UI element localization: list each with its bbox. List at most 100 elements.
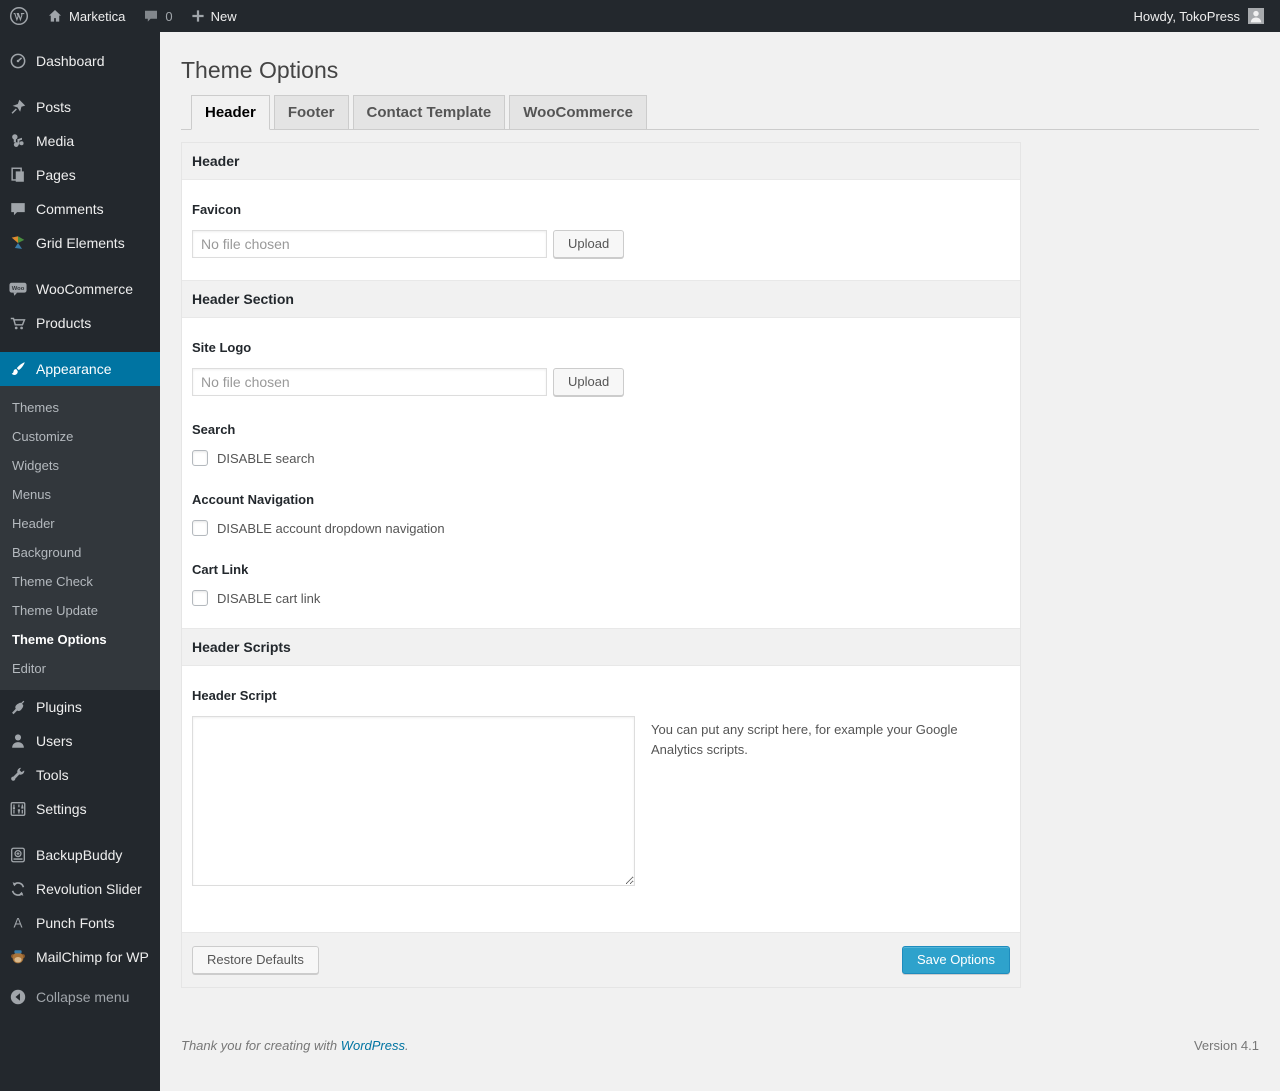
sidebar-item-backupbuddy[interactable]: BackupBuddy [0,838,160,872]
submenu-item-customize[interactable]: Customize [0,422,160,451]
panel-footer: Restore Defaults Save Options [182,932,1020,987]
sidebar-item-comments[interactable]: Comments [0,192,160,226]
sidebar-item-media[interactable]: Media [0,124,160,158]
sidebar-item-revolution-slider[interactable]: Revolution Slider [0,872,160,906]
theme-options-panel: Header Favicon Upload Header Section Sit… [181,142,1021,988]
disable-search-label: DISABLE search [217,450,315,466]
section-header-section: Header Section [182,280,1020,318]
menu-separator [0,260,160,272]
letter-a-icon: A [8,914,28,932]
wordpress-logo-menu[interactable] [0,0,38,32]
disable-cart-link-checkbox[interactable] [192,590,208,606]
sidebar-item-label: Media [36,133,75,149]
sidebar-item-label: Settings [36,801,87,817]
svg-text:Woo: Woo [12,286,25,292]
tab-footer[interactable]: Footer [273,95,349,130]
section-header: Header [182,143,1020,180]
appearance-submenu: Themes Customize Widgets Menus Header Ba… [0,386,160,690]
page-footer: Thank you for creating with WordPress. V… [181,1028,1259,1073]
favicon-file-input[interactable] [192,230,547,258]
woocommerce-icon: Woo [8,280,28,298]
new-label: New [210,8,237,24]
submenu-item-widgets[interactable]: Widgets [0,451,160,480]
restore-defaults-button[interactable]: Restore Defaults [192,946,319,974]
submenu-item-theme-update[interactable]: Theme Update [0,596,160,625]
sidebar-item-dashboard[interactable]: Dashboard [0,44,160,78]
sidebar-item-label: BackupBuddy [36,847,123,863]
comments-count: 0 [165,8,173,24]
header-script-textarea[interactable] [192,716,635,886]
tab-header[interactable]: Header [191,95,270,130]
new-content-menu[interactable]: New [182,0,246,32]
sidebar-item-woocommerce[interactable]: Woo WooCommerce [0,272,160,306]
disable-search-checkbox[interactable] [192,450,208,466]
submenu-item-editor[interactable]: Editor [0,654,160,683]
sidebar-item-users[interactable]: Users [0,724,160,758]
sidebar-item-label: Pages [36,167,76,183]
sidebar-item-label: Plugins [36,699,82,715]
header-script-label: Header Script [192,688,277,703]
tab-woocommerce[interactable]: WooCommerce [509,95,648,130]
sidebar-item-label: Grid Elements [36,235,125,251]
page-title: Theme Options [181,57,339,83]
sidebar-item-settings[interactable]: Settings [0,792,160,826]
account-navigation-field: Account Navigation DISABLE account dropd… [182,488,1020,558]
save-options-button[interactable]: Save Options [901,946,1010,974]
grid-elements-icon [8,234,28,252]
sidebar-item-punch-fonts[interactable]: A Punch Fonts [0,906,160,940]
collapse-menu-label: Collapse menu [36,989,130,1005]
submenu-item-background[interactable]: Background [0,538,160,567]
sidebar-item-posts[interactable]: Posts [0,90,160,124]
avatar [1248,8,1264,24]
account-navigation-label: Account Navigation [192,492,315,507]
sidebar-item-label: Tools [36,767,69,783]
sidebar-item-label: MailChimp for WP [36,949,149,965]
svg-text:A: A [13,916,22,931]
sidebar-item-pages[interactable]: Pages [0,158,160,192]
submenu-item-theme-check[interactable]: Theme Check [0,567,160,596]
cart-icon [8,314,28,332]
sidebar-item-label: Revolution Slider [36,881,142,897]
site-logo-upload-button[interactable]: Upload [553,368,625,396]
account-menu[interactable]: Howdy, TokoPress [1128,0,1270,32]
paintbrush-icon [8,360,28,378]
comments-link[interactable]: 0 [134,0,181,32]
sidebar-item-tools[interactable]: Tools [0,758,160,792]
media-icon [8,132,28,150]
user-icon [8,732,28,750]
favicon-label: Favicon [192,202,242,217]
sidebar-item-grid-elements[interactable]: Grid Elements [0,226,160,260]
howdy-label: Howdy, TokoPress [1133,8,1240,24]
site-name-label: Marketica [69,8,126,24]
sidebar-item-label: Punch Fonts [36,915,115,931]
site-name-link[interactable]: Marketica [38,0,134,32]
sidebar-item-products[interactable]: Products [0,306,160,340]
site-logo-file-input[interactable] [192,368,547,396]
sidebar-item-label: Dashboard [36,53,105,69]
home-icon [47,8,63,24]
plug-icon [8,698,28,716]
header-script-description: You can put any script here, for example… [651,722,958,758]
sidebar-item-appearance[interactable]: Appearance [0,352,160,386]
tab-bar: Header Footer Contact Template WooCommerce [181,95,1259,130]
tab-contact-template[interactable]: Contact Template [352,95,506,130]
submenu-item-theme-options[interactable]: Theme Options [0,625,160,654]
menu-separator [0,826,160,838]
sidebar-item-label: WooCommerce [36,281,133,297]
submenu-item-themes[interactable]: Themes [0,393,160,422]
pushpin-icon [8,98,28,116]
sidebar-item-mailchimp[interactable]: MailChimp for WP [0,940,160,974]
sidebar-item-label: Appearance [36,361,112,377]
disable-account-nav-label: DISABLE account dropdown navigation [217,520,445,536]
settings-sliders-icon [8,800,28,818]
cart-link-field: Cart Link DISABLE cart link [182,558,1020,628]
favicon-upload-button[interactable]: Upload [553,230,625,258]
disable-account-nav-checkbox[interactable] [192,520,208,536]
circular-arrows-icon [8,880,28,898]
sidebar-item-plugins[interactable]: Plugins [0,690,160,724]
collapse-menu-button[interactable]: Collapse menu [0,980,160,1014]
section-header-scripts: Header Scripts [182,628,1020,666]
submenu-item-menus[interactable]: Menus [0,480,160,509]
submenu-item-header[interactable]: Header [0,509,160,538]
wordpress-link[interactable]: WordPress [341,1038,405,1053]
